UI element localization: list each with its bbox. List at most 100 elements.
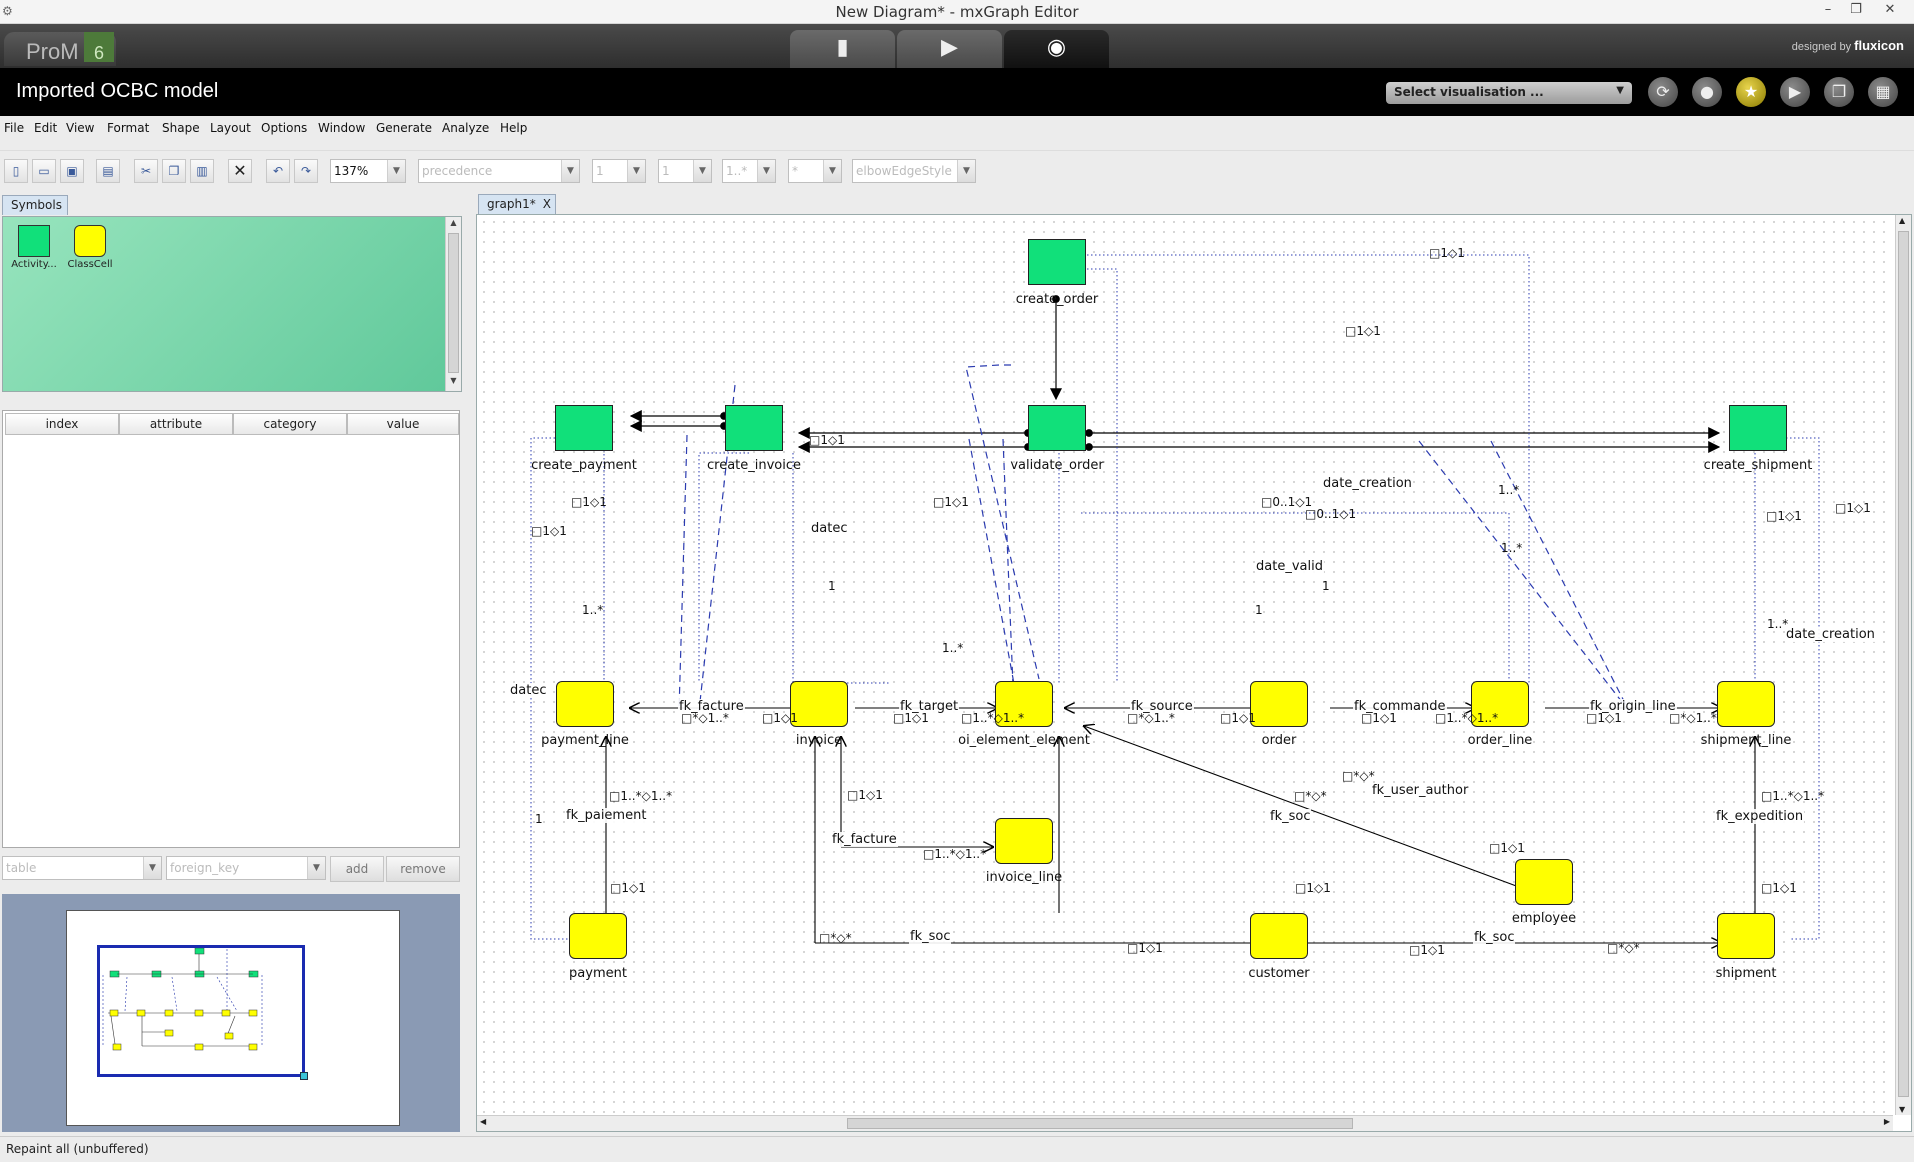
- class-customer[interactable]: [1250, 913, 1308, 959]
- menu-help[interactable]: Help: [500, 121, 527, 135]
- add-button[interactable]: add: [330, 856, 384, 882]
- menu-format[interactable]: Format: [107, 121, 149, 135]
- menu-edit[interactable]: Edit: [34, 121, 57, 135]
- symbols-tab[interactable]: Symbols: [2, 195, 68, 215]
- cardinality: □1◇1: [571, 495, 607, 509]
- cardinality: □1◇1: [1295, 881, 1331, 895]
- col-attribute[interactable]: attribute: [119, 413, 233, 435]
- class-employee[interactable]: [1515, 859, 1573, 905]
- activity-create-order[interactable]: [1028, 239, 1086, 285]
- class-order[interactable]: [1250, 681, 1308, 727]
- scroll-down-icon[interactable]: ▼: [446, 376, 461, 390]
- scroll-left-icon[interactable]: ◀: [480, 1117, 486, 1126]
- menu-shape[interactable]: Shape: [162, 121, 200, 135]
- class-invoice-line[interactable]: [995, 818, 1053, 864]
- foreign-key-select[interactable]: foreign_key ▼: [166, 856, 326, 880]
- edge-type-select[interactable]: precedence ▼: [418, 159, 580, 183]
- scroll-right-icon[interactable]: ▶: [1884, 1117, 1890, 1126]
- edge-label-fk-soc-invoice: fk_soc: [909, 929, 952, 944]
- col-category[interactable]: category: [233, 413, 347, 435]
- cardinality: □1◇1: [531, 524, 567, 538]
- play-icon: ▶: [1788, 82, 1802, 101]
- zoom-select[interactable]: 137% ▼: [330, 159, 406, 183]
- scroll-down-icon[interactable]: ▼: [1899, 1105, 1905, 1114]
- class-payment-line[interactable]: [556, 681, 614, 727]
- edge-label-fk-expedition: fk_expedition: [1715, 809, 1805, 824]
- edge-style-select[interactable]: elbowEdgeStyle ▼: [852, 159, 976, 183]
- visualisation-select[interactable]: Select visualisation ... ▼: [1386, 82, 1632, 104]
- cardinality: □1◇1: [1127, 941, 1163, 955]
- outline-resize-handle[interactable]: [300, 1072, 308, 1080]
- close-tab-button[interactable]: X: [543, 197, 551, 211]
- remove-button[interactable]: remove: [386, 856, 460, 882]
- cardinality-c-select[interactable]: 1..* ▼: [722, 159, 776, 183]
- new-button[interactable]: ▯: [4, 159, 28, 183]
- graph-tab-label: graph1*: [487, 197, 536, 211]
- scroll-up-icon[interactable]: ▲: [446, 218, 461, 232]
- class-shipment-line[interactable]: [1717, 681, 1775, 727]
- refresh-button[interactable]: ⟳: [1648, 77, 1678, 107]
- edge-label-fk-paiement: fk_paiement: [565, 808, 648, 823]
- copy-button[interactable]: ❐: [162, 159, 186, 183]
- cardinality: □1..*◇1..*: [609, 789, 673, 803]
- undo-button[interactable]: ↶: [266, 159, 290, 183]
- symbol-classcell[interactable]: ClassCell: [65, 225, 115, 277]
- paste-button[interactable]: ▥: [190, 159, 214, 183]
- label-order: order: [1261, 733, 1297, 748]
- save-button[interactable]: ▣: [60, 159, 84, 183]
- menu-generate[interactable]: Generate: [376, 121, 432, 135]
- class-payment[interactable]: [569, 913, 627, 959]
- menu-options[interactable]: Options: [261, 121, 307, 135]
- graph-vertical-scrollbar[interactable]: ▲ ▼: [1895, 215, 1911, 1115]
- outline-view[interactable]: [66, 910, 400, 1126]
- edge-style-value: elbowEdgeStyle: [856, 164, 952, 178]
- symbols-scrollbar[interactable]: ▲ ▼: [445, 217, 461, 391]
- class-invoice[interactable]: [790, 681, 848, 727]
- menu-layout[interactable]: Layout: [210, 121, 251, 135]
- class-shipment[interactable]: [1717, 913, 1775, 959]
- cardinality: □1◇1: [1345, 324, 1381, 338]
- menu-window[interactable]: Window: [318, 121, 365, 135]
- label-shipment: shipment: [1715, 966, 1777, 981]
- close-window-button[interactable]: ✕: [1874, 0, 1906, 22]
- cardinality: □*◇1..*: [1127, 711, 1175, 725]
- cardinality-d-select[interactable]: * ▼: [788, 159, 842, 183]
- outline-viewport-frame[interactable]: [97, 945, 308, 1080]
- graph-horizontal-scrollbar[interactable]: ◀ ▶: [477, 1115, 1893, 1131]
- maximize-button[interactable]: ❐: [1840, 0, 1872, 22]
- grid-button[interactable]: ▦: [1868, 77, 1898, 107]
- drop-button[interactable]: ●: [1692, 77, 1722, 107]
- favorite-button[interactable]: ★: [1736, 77, 1766, 107]
- open-button[interactable]: ▭: [32, 159, 56, 183]
- scroll-up-icon[interactable]: ▲: [1899, 216, 1905, 225]
- col-index[interactable]: index: [5, 413, 119, 435]
- vertical-scroll-thumb[interactable]: [1898, 231, 1909, 1097]
- cardinality-b-select[interactable]: 1 ▼: [658, 159, 712, 183]
- activity-create-invoice[interactable]: [725, 405, 783, 451]
- horizontal-scroll-thumb[interactable]: [847, 1118, 1353, 1129]
- prom-logo-text: ProM: [26, 39, 79, 64]
- symbol-activity[interactable]: Activity...: [9, 225, 59, 277]
- menu-analyze[interactable]: Analyze: [442, 121, 489, 135]
- cardinality-a-select[interactable]: 1 ▼: [592, 159, 646, 183]
- graph-tab[interactable]: graph1* X: [478, 194, 556, 214]
- chevron-down-icon: ▼: [957, 160, 975, 182]
- graph-canvas[interactable]: create_order create_payment create_invoi…: [479, 217, 1893, 1117]
- activity-validate-order[interactable]: [1028, 405, 1086, 451]
- activity-create-payment[interactable]: [555, 405, 613, 451]
- copy-button[interactable]: ❐: [1824, 77, 1854, 107]
- menu-file[interactable]: File: [4, 121, 24, 135]
- redo-button[interactable]: ↷: [294, 159, 318, 183]
- play-button[interactable]: ▶: [1780, 77, 1810, 107]
- workspace-tab[interactable]: ▮: [790, 30, 895, 68]
- menu-view[interactable]: View: [66, 121, 94, 135]
- scroll-thumb[interactable]: [448, 233, 459, 373]
- table-select[interactable]: table ▼: [2, 856, 162, 880]
- views-tab[interactable]: ◉: [1004, 30, 1109, 68]
- activity-create-shipment[interactable]: [1729, 405, 1787, 451]
- print-button[interactable]: ▤: [96, 159, 120, 183]
- actions-tab[interactable]: ▶: [897, 30, 1002, 68]
- cut-button[interactable]: ✂: [134, 159, 158, 183]
- delete-button[interactable]: ✕: [228, 159, 252, 183]
- col-value[interactable]: value: [347, 413, 459, 435]
